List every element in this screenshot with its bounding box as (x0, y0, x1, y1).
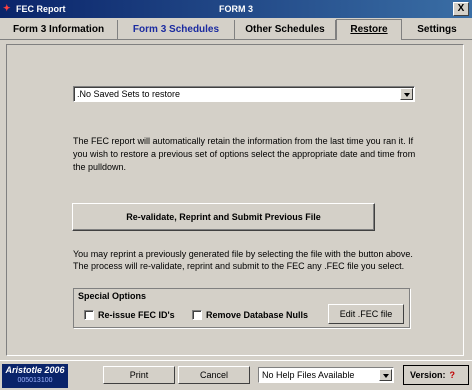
reprint-info-text: You may reprint a previously generated f… (73, 249, 413, 271)
remove-database-nulls-label: Remove Database Nulls (206, 310, 309, 320)
dropdown-arrow-icon[interactable] (379, 369, 392, 381)
brand-name: Aristotle 2006 (5, 365, 65, 375)
help-files-value: No Help Files Available (262, 370, 355, 380)
edit-fec-file-button[interactable]: Edit .FEC file (328, 304, 404, 324)
brand-logo: Aristotle 2006 005013100 (2, 364, 68, 388)
special-options-legend: Special Options (77, 291, 148, 301)
tab-restore[interactable]: Restore (336, 19, 402, 40)
version-help-icon: ? (449, 370, 456, 380)
restore-info-text: The FEC report will automatically retain… (73, 136, 416, 172)
close-button[interactable]: X (453, 2, 469, 16)
form-title: FORM 3 (218, 4, 253, 14)
tab-form3-schedules[interactable]: Form 3 Schedules (118, 20, 235, 39)
dropdown-arrow-icon[interactable] (400, 88, 413, 100)
title-bar: ✦ FEC Report FORM 3 X (0, 0, 472, 18)
brand-code: 005013100 (17, 377, 53, 384)
tab-form3-information[interactable]: Form 3 Information (0, 20, 118, 39)
saved-sets-dropdown[interactable]: .No Saved Sets to restore (73, 86, 415, 102)
print-button[interactable]: Print (103, 366, 175, 384)
tab-settings[interactable]: Settings (402, 20, 472, 39)
version-indicator[interactable]: Version:? (403, 365, 469, 385)
reissue-fec-ids-label: Re-issue FEC ID's (98, 310, 175, 320)
version-label: Version: (410, 370, 446, 380)
help-files-select[interactable]: No Help Files Available (258, 367, 394, 383)
checkbox-box[interactable] (192, 310, 202, 320)
checkbox-box[interactable] (84, 310, 94, 320)
saved-sets-value: .No Saved Sets to restore (77, 89, 181, 99)
tab-other-schedules[interactable]: Other Schedules (235, 20, 336, 39)
tab-bar: Form 3 Information Form 3 Schedules Othe… (0, 18, 472, 40)
cancel-button[interactable]: Cancel (178, 366, 250, 384)
revalidate-reprint-submit-button[interactable]: Re-validate, Reprint and Submit Previous… (72, 203, 375, 231)
special-options-group: Special Options Re-issue FEC ID's Remove… (73, 288, 410, 328)
